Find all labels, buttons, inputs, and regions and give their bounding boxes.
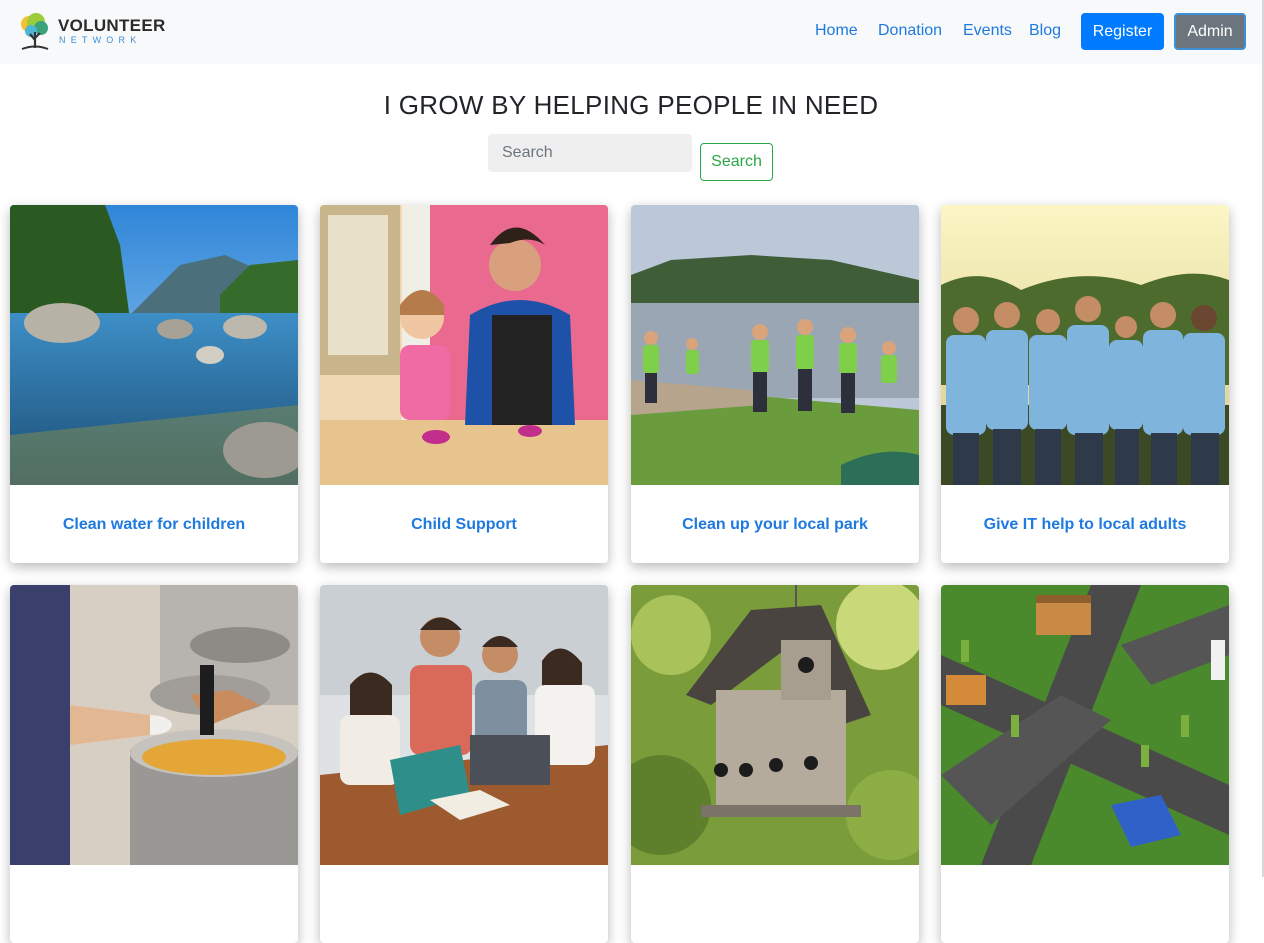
event-card[interactable] (631, 585, 919, 943)
city-intersection-model-image (941, 585, 1229, 865)
people-studying-books-image (320, 585, 608, 865)
tree-logo-icon (21, 13, 49, 50)
event-card[interactable] (320, 585, 608, 943)
event-card[interactable]: Clean up your local park (631, 205, 919, 563)
child-playing-clay-image (320, 205, 608, 485)
event-card[interactable]: Child Support (320, 205, 608, 563)
nav-link-events[interactable]: Events (963, 22, 1012, 40)
food-serving-pot-image (10, 585, 298, 865)
navbar: VOLUNTEER NETWORK Home Donation Events B… (0, 0, 1262, 64)
event-card[interactable]: Clean water for children (10, 205, 298, 563)
brand-logo[interactable]: VOLUNTEER NETWORK (16, 12, 165, 52)
event-card[interactable] (10, 585, 298, 943)
search-button[interactable]: Search (700, 143, 773, 181)
nav-link-home[interactable]: Home (815, 22, 858, 40)
card-title[interactable]: Clean water for children (10, 516, 298, 534)
event-card[interactable]: Give IT help to local adults (941, 205, 1229, 563)
card-title[interactable]: Clean up your local park (631, 516, 919, 534)
card-title[interactable]: Child Support (320, 516, 608, 534)
volunteers-lakeside-image (631, 205, 919, 485)
wooden-birdhouse-image (631, 585, 919, 865)
page-headline: I GROW BY HELPING PEOPLE IN NEED (383, 90, 879, 120)
nav-link-blog[interactable]: Blog (1029, 22, 1061, 40)
brand-name: VOLUNTEER (58, 16, 166, 35)
river-landscape-image (10, 205, 298, 485)
card-title[interactable]: Give IT help to local adults (941, 516, 1229, 534)
nav-link-donation[interactable]: Donation (878, 22, 942, 40)
admin-button[interactable]: Admin (1174, 13, 1246, 50)
event-card[interactable] (941, 585, 1229, 943)
volunteer-group-photo-image (941, 205, 1229, 485)
brand-subtitle: NETWORK (59, 35, 142, 45)
register-button[interactable]: Register (1081, 13, 1164, 50)
search-input[interactable] (488, 134, 692, 172)
